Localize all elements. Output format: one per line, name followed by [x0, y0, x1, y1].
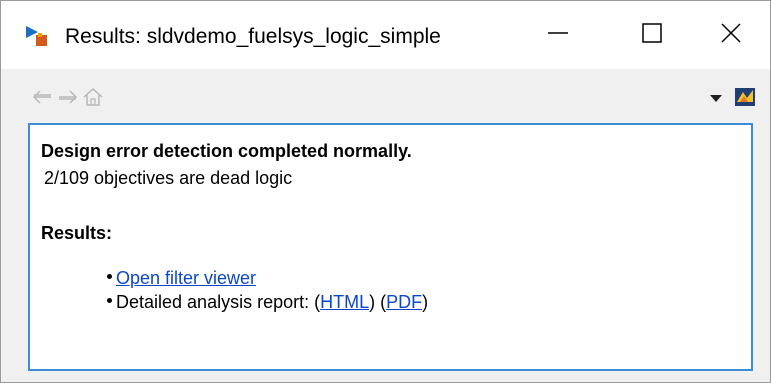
results-window: Results: sldvdemo_fuelsys_logic_simple D… — [0, 0, 771, 383]
results-list: Open filter viewer Detailed analysis rep… — [107, 266, 428, 314]
report-separator: ) ( — [369, 292, 387, 312]
forward-arrow-icon[interactable] — [57, 87, 79, 107]
results-heading: Results: — [41, 223, 113, 243]
list-item: Open filter viewer — [107, 266, 428, 290]
minimize-icon — [547, 22, 569, 49]
dropdown-triangle-icon[interactable] — [709, 91, 723, 103]
results-panel: Design error detection completed normall… — [28, 123, 753, 371]
status-heading: Design error detection completed normall… — [41, 141, 412, 161]
open-filter-viewer-link[interactable]: Open filter viewer — [116, 268, 256, 288]
window-title: Results: sldvdemo_fuelsys_logic_simple — [65, 25, 441, 48]
report-label: Detailed analysis report: ( — [116, 292, 321, 312]
back-arrow-icon[interactable] — [31, 87, 53, 107]
matlab-logo-icon[interactable] — [734, 86, 756, 108]
minimize-button[interactable] — [518, 1, 598, 69]
objectives-summary: 2/109 objectives are dead logic — [44, 168, 293, 188]
html-report-link[interactable]: HTML — [320, 292, 369, 312]
pdf-report-link[interactable]: PDF — [386, 292, 422, 312]
maximize-button[interactable] — [612, 1, 692, 69]
toolbar — [1, 79, 770, 115]
list-item: Detailed analysis report: (HTML) (PDF) — [107, 290, 428, 314]
maximize-icon — [642, 22, 662, 48]
report-suffix: ) — [422, 292, 429, 312]
bullet-icon — [107, 273, 112, 279]
bullet-icon — [107, 297, 112, 303]
home-icon[interactable] — [82, 87, 104, 107]
title-bar[interactable]: Results: sldvdemo_fuelsys_logic_simple — [1, 1, 770, 69]
close-button[interactable] — [691, 1, 771, 69]
simulink-play-icon — [24, 24, 50, 48]
close-icon — [721, 22, 741, 48]
